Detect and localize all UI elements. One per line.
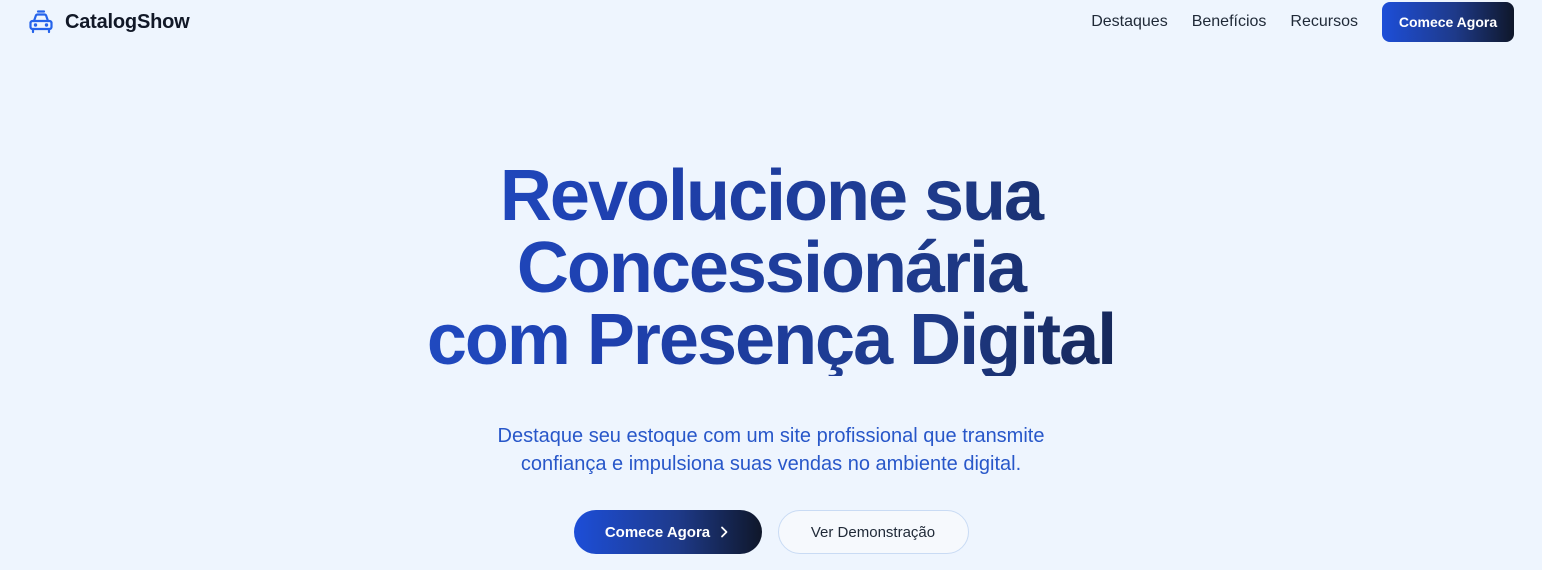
header-cta-button[interactable]: Comece Agora bbox=[1382, 2, 1514, 42]
hero-subtitle: Destaque seu estoque com um site profiss… bbox=[421, 422, 1121, 478]
hero-title-line-2: Concessionária bbox=[516, 228, 1026, 308]
brand[interactable]: CatalogShow bbox=[27, 8, 190, 36]
top-nav: Destaques Benefícios Recursos Comece Ago… bbox=[1091, 2, 1514, 42]
hero-title-line-1: Revolucione sua bbox=[499, 156, 1043, 236]
car-icon bbox=[27, 8, 55, 36]
brand-name: CatalogShow bbox=[65, 10, 190, 33]
nav-link-beneficios[interactable]: Benefícios bbox=[1192, 13, 1267, 31]
view-demo-button[interactable]: Ver Demonstração bbox=[777, 510, 969, 554]
hero-actions: Comece Agora Ver Demonstração bbox=[0, 510, 1542, 554]
navbar: CatalogShow Destaques Benefícios Recurso… bbox=[0, 0, 1542, 44]
nav-link-recursos[interactable]: Recursos bbox=[1290, 13, 1358, 31]
chevron-right-icon bbox=[720, 526, 730, 538]
hero-title-line-3: com Presença Digital bbox=[426, 300, 1116, 380]
hero-subtitle-line-1: Destaque seu estoque com um site profiss… bbox=[497, 425, 1045, 447]
start-now-label: Comece Agora bbox=[604, 523, 711, 541]
hero-subtitle-line-2: confiança e impulsiona suas vendas no am… bbox=[520, 453, 1022, 475]
start-now-button[interactable]: Comece Agora bbox=[573, 510, 762, 554]
landing-page: CatalogShow Destaques Benefícios Recurso… bbox=[0, 0, 1542, 570]
hero-title: Revolucione sua Concessionária com Prese… bbox=[0, 160, 1542, 376]
nav-link-destaques[interactable]: Destaques bbox=[1091, 13, 1168, 31]
